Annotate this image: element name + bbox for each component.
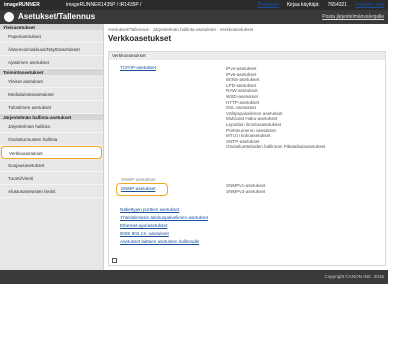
snmp-subitems: SNMPv1-asetukset SNMPv3-asetukset [226, 183, 265, 194]
snmp-settings-link[interactable]: SNMP-asetukset [121, 186, 155, 191]
login-user-label: Kirjaa käyttäjä: [286, 2, 320, 8]
main-content: Asetukset/Tallennus : Järjestelmän halli… [108, 27, 386, 270]
login-user-id: 7654321 [327, 2, 348, 8]
sidebar-item-address-management[interactable]: Osoitetunnusten hallinta [0, 133, 103, 146]
list-item: SNMPv1-asetukset [226, 183, 266, 188]
connection-server-link[interactable]: Yhteistiimissin ädoituspalvelimen asetuk… [120, 215, 208, 220]
list-item: Osoiteluetteloiden hallinnan Pitkäaikais… [226, 144, 326, 150]
app-title: Asetukset/Tallennus [18, 12, 96, 21]
tcpip-subitems: IPv4-asetukset IPv6-asetukset WINS-asetu… [226, 66, 325, 150]
portal-link[interactable]: Portaaliin [258, 2, 279, 8]
sidebar-item-init-info[interactable]: Alustusasetusten tiedot [0, 185, 103, 198]
settings-app-icon [4, 12, 14, 22]
top-bar: imageRUNNER imageRUNNER1435P / iR1435P /… [0, 0, 388, 10]
sidebar-item-printer[interactable]: Tulostimen asetukset [0, 101, 103, 114]
sidebar-item-media-print[interactable]: Mediatulosteasetukset [0, 88, 103, 101]
ethernet-driver-link[interactable]: Ethernet-ajuriasetukset [120, 223, 167, 228]
sidebar-item-paper[interactable]: Paperiasetukset [0, 30, 103, 43]
breadcrumb: Asetukset/Tallennus : Järjestelmän halli… [108, 27, 254, 32]
brand-label: imageRUNNER [4, 2, 40, 8]
sidebar-item-system-management[interactable]: Järjestelmän hallinta [0, 120, 103, 133]
sidebar-item-timer[interactable]: Ajastimen asetukset [0, 56, 103, 69]
title-bar: Asetukset/Tallennus Posta järjestelmänva… [0, 10, 388, 24]
dedicated-port-link[interactable]: Näkettyjen porttien asetukset [120, 207, 179, 212]
app-window: imageRUNNER imageRUNNER1435P / iR1435P /… [0, 0, 388, 284]
list-item: SNMPv3-asetukset [226, 188, 266, 194]
sidebar: Yleisasetukset Paperiasetukset Äänenvoim… [0, 24, 104, 270]
logout-link[interactable]: Kirjaudu ulos [355, 2, 384, 8]
sidebar-item-security[interactable]: Suojausasetukset [0, 159, 103, 172]
print-page-icon[interactable] [112, 258, 117, 263]
model-label: imageRUNNER1435P / iR1435P / [66, 2, 142, 8]
section-heading: Verkkoasetukset [109, 52, 385, 60]
sidebar-item-volume-display[interactable]: Äänenvoimakkuus/Näyttöasetukset [0, 43, 103, 56]
snmp-label-faded: SNMP-asetukset [121, 177, 156, 182]
sidebar-item-network[interactable]: Verkkoasetukset [1, 146, 102, 159]
page-title: Verkkoasetukset [108, 34, 172, 43]
network-settings-panel: Verkkoasetukset TCP/IP-asetukset IPv4-as… [108, 51, 386, 266]
sidebar-item-import-export[interactable]: Tuonti/Vienti [0, 172, 103, 185]
network-links: Näkettyjen porttien asetukset Yhteistiim… [120, 206, 208, 246]
footer: Copyright CANON INC. 2015 [0, 270, 388, 284]
top-links: Portaaliin Kirjaa käyttäjä: 7654321 Kirj… [258, 2, 384, 8]
sidebar-item-common[interactable]: Yleiset asetukset [0, 75, 103, 88]
copyright: Copyright CANON INC. 2015 [324, 274, 385, 279]
mail-admin-link[interactable]: Posta järjestelmänvalvojalle [322, 14, 384, 20]
device-management-link[interactable]: Asetukset laitteen asetusten hallinnalle [120, 239, 199, 244]
tcpip-settings-link[interactable]: TCP/IP-asetukset [120, 65, 156, 70]
ieee8021x-link[interactable]: IEEE 802.1X -asetukset [120, 231, 169, 236]
